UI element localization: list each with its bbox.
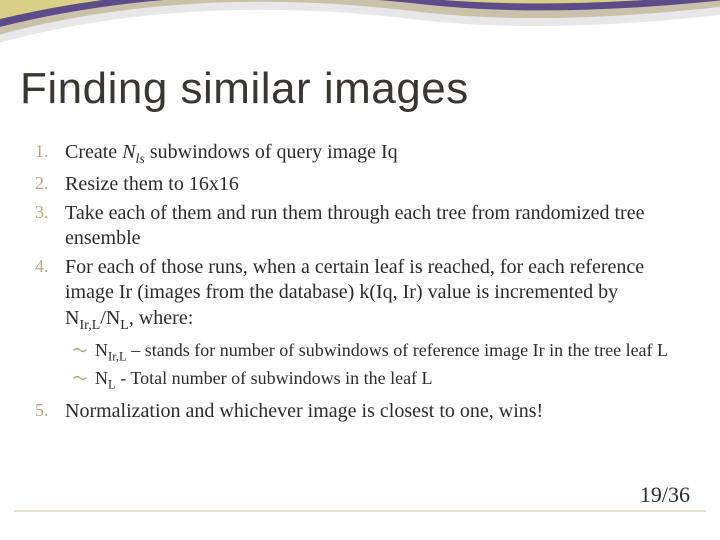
list-item: Take each of them and run them through e… — [65, 201, 690, 252]
sub-item-text: NIr,L – stands for number of subwindows … — [95, 340, 668, 360]
item-text: Create Nls subwindows of query image Iq — [65, 141, 398, 163]
slide-title: Finding similar images — [20, 64, 469, 114]
item-text: Take each of them and run them through e… — [65, 202, 644, 250]
sub-list-item: NL - Total number of subwindows in the l… — [95, 367, 690, 393]
list-item: Create Nls subwindows of query image Iq — [65, 140, 690, 169]
item-text: Normalization and whichever image is clo… — [65, 400, 543, 422]
page-number: 19/36 — [640, 482, 690, 508]
sub-item-text: NL - Total number of subwindows in the l… — [95, 368, 433, 388]
slide: Finding similar images Create Nls subwin… — [0, 0, 720, 540]
list-item: Normalization and whichever image is clo… — [65, 399, 690, 425]
accent-decoration — [0, 0, 720, 50]
footer-divider — [14, 510, 706, 512]
slide-body: Create Nls subwindows of query image Iq … — [30, 140, 690, 428]
list-item: Resize them to 16x16 — [65, 172, 690, 198]
item-text: For each of those runs, when a certain l… — [65, 256, 644, 329]
item-text: Resize them to 16x16 — [65, 173, 239, 195]
sub-list-item: NIr,L – stands for number of subwindows … — [95, 339, 690, 365]
list-item: For each of those runs, when a certain l… — [65, 255, 690, 394]
